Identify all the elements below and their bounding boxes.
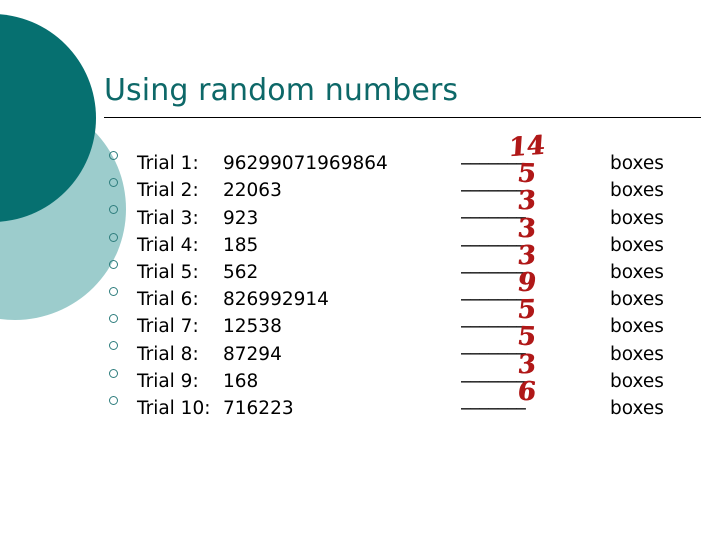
hollow-circle-bullet-icon xyxy=(104,259,137,269)
unit-label: boxes xyxy=(610,343,664,365)
trial-label: Trial 6: xyxy=(137,289,199,311)
blank-underscore-line: _______ xyxy=(461,144,526,165)
trial-value: 96299071969864 xyxy=(223,153,388,175)
unit-label: boxes xyxy=(610,316,664,338)
trial-label: Trial 8: xyxy=(137,343,199,365)
trial-value: 22063 xyxy=(223,180,282,202)
trial-value: 562 xyxy=(223,261,259,283)
hollow-circle-bullet-icon xyxy=(104,205,137,215)
unit-label: boxes xyxy=(610,397,664,419)
unit-label: boxes xyxy=(610,289,664,311)
trial-label: Trial 3: xyxy=(137,207,199,229)
hollow-circle-bullet-icon xyxy=(104,314,137,324)
unit-label: boxes xyxy=(610,153,664,175)
trial-label: Trial 4: xyxy=(137,234,199,256)
hollow-circle-bullet-icon xyxy=(104,178,137,188)
answer-blank[interactable]: _______ 6 xyxy=(453,377,600,414)
title-underline-rule xyxy=(104,117,701,118)
trial-value: 923 xyxy=(223,207,259,229)
trial-value: 168 xyxy=(223,370,259,392)
hollow-circle-bullet-icon xyxy=(104,232,137,242)
trial-label: Trial 9: xyxy=(137,370,199,392)
unit-label: boxes xyxy=(610,261,664,283)
trial-value: 12538 xyxy=(223,316,282,338)
blank-underscore-line: _______ xyxy=(461,225,526,247)
page-title: Using random numbers xyxy=(104,73,459,108)
trial-label: Trial 2: xyxy=(137,180,199,202)
answer-blank[interactable]: _______ 3 xyxy=(453,349,600,387)
table-row: Trial 1: 96299071969864 _______ 14 boxes xyxy=(104,131,716,174)
hollow-circle-bullet-icon xyxy=(104,287,137,297)
trial-list: Trial 1: 96299071969864 _______ 14 boxes… xyxy=(104,131,716,419)
trial-value: 87294 xyxy=(223,343,282,365)
hollow-circle-bullet-icon xyxy=(104,151,137,161)
answer-blank[interactable]: _______ 3 xyxy=(453,186,600,223)
unit-label: boxes xyxy=(610,207,664,229)
blank-underscore-line: _______ xyxy=(461,361,526,383)
hollow-circle-bullet-icon xyxy=(104,368,137,378)
slide-canvas: Using random numbers Trial 1: 9629907196… xyxy=(0,0,720,540)
answer-blank[interactable]: _______ 3 xyxy=(453,240,600,278)
trial-label: Trial 5: xyxy=(137,261,199,283)
unit-label: boxes xyxy=(610,180,664,202)
trial-label: Trial 10: xyxy=(137,397,211,419)
unit-label: boxes xyxy=(610,370,664,392)
hollow-circle-bullet-icon xyxy=(104,395,137,405)
blank-underscore-line: _______ xyxy=(461,334,526,356)
answer-blank[interactable]: _______ 5 xyxy=(453,295,600,332)
trial-value: 185 xyxy=(223,234,259,256)
blank-underscore-line: _______ xyxy=(461,388,526,410)
trial-label: Trial 7: xyxy=(137,316,199,338)
answer-blank[interactable]: _______ 14 xyxy=(453,131,600,169)
unit-label: boxes xyxy=(610,234,664,256)
answer-blank[interactable]: _______ 3 xyxy=(453,213,600,251)
blank-underscore-line: _______ xyxy=(461,279,526,301)
blank-underscore-line: _______ xyxy=(461,171,526,193)
blank-underscore-line: _______ xyxy=(461,307,526,329)
hollow-circle-bullet-icon xyxy=(104,341,137,351)
answer-blank[interactable]: _______ 9 xyxy=(453,268,600,305)
trial-value: 826992914 xyxy=(223,289,329,311)
trial-label: Trial 1: xyxy=(137,153,199,175)
blank-underscore-line: _______ xyxy=(461,252,526,274)
blank-underscore-line: _______ xyxy=(461,198,526,220)
answer-blank[interactable]: _______ 5 xyxy=(453,322,600,359)
answer-blank[interactable]: _______ 5 xyxy=(453,159,600,196)
trial-value: 716223 xyxy=(223,397,294,419)
